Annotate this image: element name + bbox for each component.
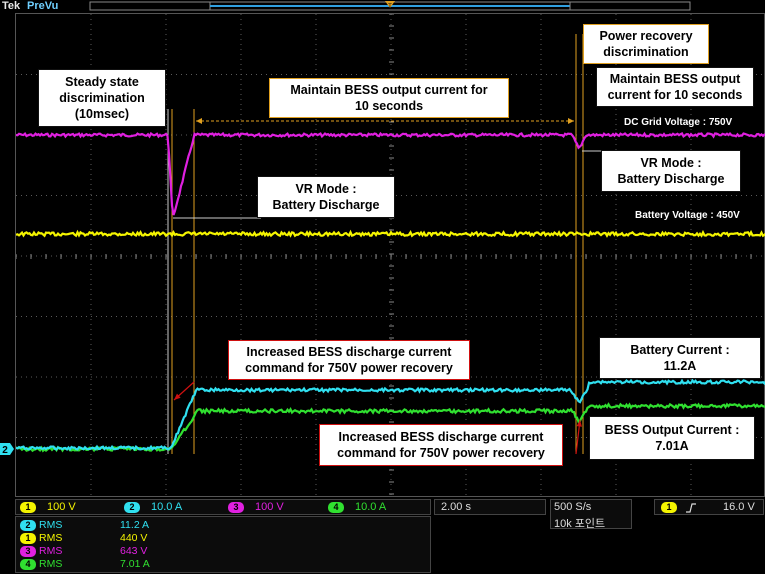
pointer-arrow [173, 381, 195, 401]
measurement-row: 1 RMS 440 V [20, 532, 200, 544]
increased-current-label-1: Increased BESS discharge current command… [228, 340, 470, 380]
channel-scale-value: 100 V [47, 501, 76, 513]
channel-badge: 4 [328, 501, 344, 513]
measurement-value: 7.01 A [120, 558, 150, 570]
channel-marker-label: 2 [2, 445, 8, 456]
maintain-range-arrow [196, 118, 574, 124]
top-status-bar: Tek PreVu T [0, 0, 765, 13]
measurement-type: RMS [39, 532, 63, 544]
trigger-position-icon[interactable]: T [383, 0, 397, 13]
channel-badge: 2 [124, 501, 140, 513]
rising-edge-icon [686, 503, 696, 513]
channel-4-scale[interactable]: 4 10.0 A [328, 501, 386, 513]
measurement-channel-badge: 3 [20, 545, 36, 557]
trigger-channel-badge: 1 [661, 502, 677, 513]
measurement-channel-badge: 1 [20, 532, 36, 544]
measurement-panel[interactable]: 2 RMS 11.2 A 1 RMS 440 V 3 RMS 643 V 4 RMS 7.01 A [15, 516, 431, 573]
trace-battery-voltage [16, 229, 765, 238]
measurement-row: 4 RMS 7.01 A [20, 558, 200, 570]
measurement-value: 440 V [120, 532, 148, 544]
measurement-row: 2 RMS 11.2 A [20, 519, 200, 531]
sample-rate: 500 S/s [554, 501, 592, 513]
timebase-panel[interactable]: 2.00 s [434, 499, 546, 515]
timebase-value: 2.00 s [441, 501, 471, 513]
measurement-type: RMS [39, 545, 63, 557]
trigger-panel[interactable]: 1 16.0 V [654, 499, 764, 515]
waveform-display: Steady state discrimination (10msec) Mai… [15, 13, 765, 498]
channel-1-scale[interactable]: 1 100 V [20, 501, 76, 513]
measurement-type: RMS [39, 519, 63, 531]
measurement-value: 643 V [120, 545, 148, 557]
power-recovery-label: Power recovery discrimination [583, 24, 709, 64]
battery-current-label: Battery Current : 11.2A [599, 337, 761, 379]
channel-2-ground-marker[interactable]: 2 [0, 442, 15, 456]
channel-scale-value: 10.0 A [151, 501, 183, 513]
measurement-channel-badge: 4 [20, 558, 36, 570]
channel-badge: 3 [228, 501, 244, 513]
bess-output-current-label: BESS Output Current : 7.01A [589, 416, 755, 460]
channel-badge: 1 [20, 501, 36, 513]
increased-current-label-2: Increased BESS discharge current command… [319, 424, 563, 466]
steady-state-label: Steady state discrimination (10msec) [38, 69, 166, 127]
dc-grid-voltage-label: DC Grid Voltage : 750V [624, 117, 733, 128]
channel-scale-panel[interactable]: 1 100 V 2 10.0 A 3 100 V 4 10.0 A [15, 499, 431, 515]
channel-scale-value: 10.0 A [355, 501, 387, 513]
measurement-value: 11.2 A [120, 519, 149, 531]
channel-2-scale[interactable]: 2 10.0 A [124, 501, 182, 513]
measurement-channel-badge: 2 [20, 519, 36, 531]
vr-mode-label-1: VR Mode : Battery Discharge [257, 176, 395, 218]
measurement-row: 3 RMS 643 V [20, 545, 200, 557]
channel-3-scale[interactable]: 3 100 V [228, 501, 284, 513]
maintain-current-label-2: Maintain BESS output current for 10 seco… [596, 67, 754, 107]
maintain-current-label-1: Maintain BESS output current for 10 seco… [269, 78, 509, 118]
record-length: 10k 포인트 [554, 518, 606, 530]
vr-mode-label-2: VR Mode : Battery Discharge [601, 150, 741, 192]
trigger-level: 16.0 V [723, 501, 755, 513]
channel-scale-value: 100 V [255, 501, 284, 513]
measurement-type: RMS [39, 558, 63, 570]
acquisition-panel[interactable]: 500 S/s 10k 포인트 [550, 499, 632, 530]
svg-text:T: T [388, 4, 392, 10]
readout-area: 1 100 V 2 10.0 A 3 100 V 4 10.0 A 2 RMS 11.2 A 1 RM… [0, 497, 765, 574]
battery-voltage-label: Battery Voltage : 450V [635, 210, 740, 221]
